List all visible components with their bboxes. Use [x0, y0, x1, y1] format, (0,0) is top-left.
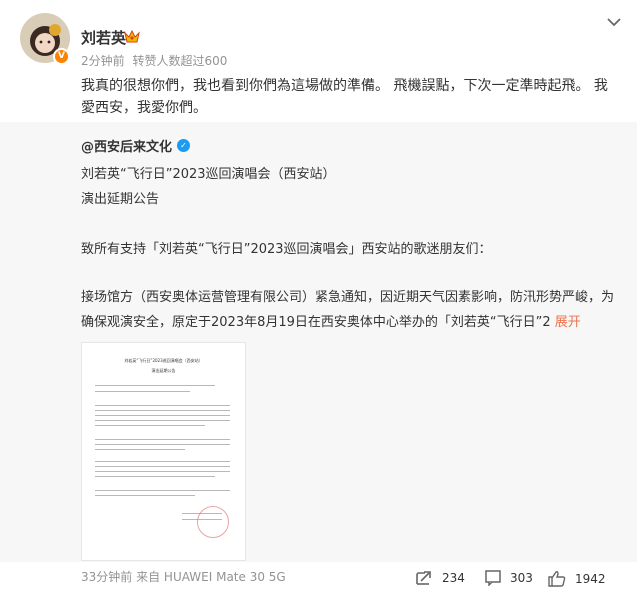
repost-author-row: @西安后来文化 ✓: [81, 136, 191, 155]
reposts-note: 转赞人数超过600: [132, 54, 228, 68]
repost-count: 234: [442, 571, 465, 585]
repost-paragraph-text: 接场馆方（西安奥体运营管理有限公司）紧急通知，因近期天气因素影响，防汛形势严峻，…: [81, 290, 615, 330]
repost-line-3: 致所有支持「刘若英“飞行日”2023巡回演唱会」西安站的歌迷朋友们：: [81, 242, 492, 257]
seal-stamp: [197, 506, 229, 538]
author-name[interactable]: 刘若英: [81, 27, 126, 48]
post-time[interactable]: 2分钟前: [81, 54, 125, 68]
repost-icon: [416, 571, 431, 585]
expand-link[interactable]: 展开: [555, 315, 581, 330]
weibo-post-card: V 刘若英 2分钟前 转赞人数超过600 我真的很想你們，我也看到你們為這場做的…: [0, 0, 637, 603]
footer-source: 来自 HUAWEI Mate 30 5G: [136, 570, 286, 584]
repost-author[interactable]: @西安后来文化: [81, 136, 172, 155]
repost-line-2: 演出延期公告: [81, 192, 160, 207]
like-button[interactable]: 1942: [548, 570, 606, 587]
comment-icon: [485, 570, 501, 586]
footer-meta: 33分钟前 来自 HUAWEI Mate 30 5G: [81, 568, 286, 585]
crown-icon: [124, 30, 140, 43]
verified-badge-icon: ✓: [177, 139, 191, 152]
footer-time[interactable]: 33分钟前: [81, 570, 132, 584]
chevron-down-icon[interactable]: [606, 16, 622, 28]
notice-image[interactable]: 刘若英“飞行日”2023巡回演唱会（西安站） 演出延期公告: [81, 342, 246, 561]
comment-count: 303: [510, 571, 533, 585]
post-meta: 2分钟前 转赞人数超过600: [81, 52, 231, 69]
repost-paragraph: 接场馆方（西安奥体运营管理有限公司）紧急通知，因近期天气因素影响，防汛形势严峻，…: [81, 285, 626, 335]
like-icon: [548, 571, 566, 587]
notice-image-title: 刘若英“飞行日”2023巡回演唱会（西安站）: [124, 358, 203, 363]
repost-line-1: 刘若英“飞行日”2023巡回演唱会（西安站）: [81, 167, 336, 182]
comment-button[interactable]: 303: [485, 570, 533, 586]
post-text: 我真的很想你們，我也看到你們為這場做的準備。 飛機誤點，下次一定準時起飛。 我愛…: [81, 78, 608, 116]
repost-button[interactable]: 234: [415, 570, 465, 586]
verified-badge-icon: V: [53, 48, 70, 65]
repost-block[interactable]: @西安后来文化 ✓ 刘若英“飞行日”2023巡回演唱会（西安站） 演出延期公告 …: [0, 122, 637, 562]
like-count: 1942: [575, 571, 606, 586]
notice-image-subtitle: 演出延期公告: [151, 368, 176, 373]
